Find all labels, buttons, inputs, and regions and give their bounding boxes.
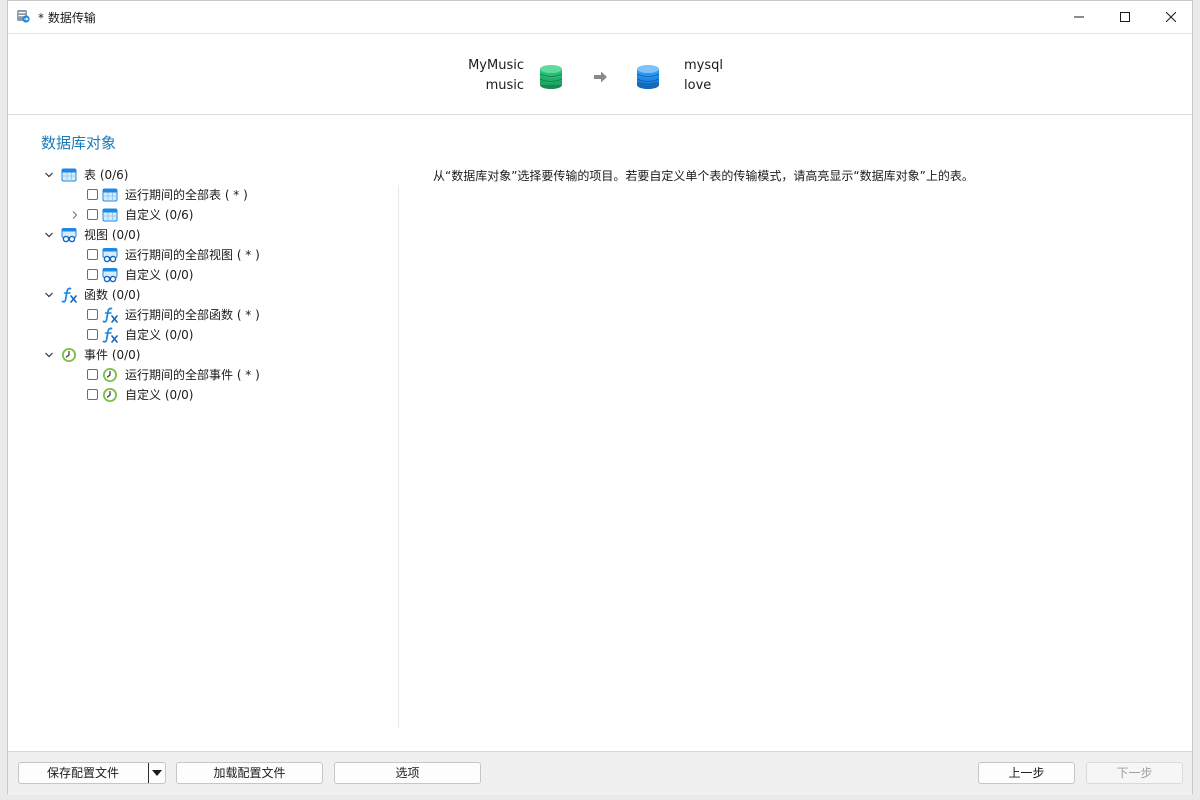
instruction-text: 从“数据库对象”选择要传输的项目。若要自定义单个表的传输模式，请高亮显示“数据库… <box>433 169 974 183</box>
transfer-arrow-icon <box>594 71 607 83</box>
tree-node-custom-functions[interactable]: 自定义 (0/0) <box>41 325 391 345</box>
source-connection: MyMusic <box>468 58 524 73</box>
view-icon <box>102 248 118 263</box>
tree-label-all-events: 运行期间的全部事件 ( * ) <box>125 368 260 382</box>
table-icon <box>102 188 118 202</box>
tree-node-functions[interactable]: 函数 (0/0) <box>41 285 391 305</box>
chevron-down-icon[interactable] <box>44 290 54 300</box>
minimize-icon <box>1074 16 1084 18</box>
close-icon <box>1166 12 1176 22</box>
caret-down-icon <box>152 770 162 776</box>
save-profile-dropdown[interactable] <box>148 763 165 783</box>
tree-node-custom-tables[interactable]: 自定义 (0/6) <box>41 205 391 225</box>
data-transfer-window: * 数据传输 MyMusic music mysql love 数据库对象 表 … <box>7 0 1193 795</box>
tree-node-custom-views[interactable]: 自定义 (0/0) <box>41 265 391 285</box>
event-clock-icon <box>103 368 117 382</box>
event-clock-icon <box>62 348 76 362</box>
custom-tables-checkbox[interactable] <box>87 209 98 220</box>
chevron-down-icon[interactable] <box>44 230 54 240</box>
save-profile-button[interactable]: 保存配置文件 <box>18 762 166 784</box>
save-profile-label: 保存配置文件 <box>47 766 120 780</box>
all-views-checkbox[interactable] <box>87 249 98 260</box>
tree-label-events: 事件 (0/0) <box>84 348 141 362</box>
tree-node-custom-events[interactable]: 自定义 (0/0) <box>41 385 391 405</box>
source-database: music <box>485 78 524 93</box>
function-icon <box>102 307 118 323</box>
next-button[interactable]: 下一步 <box>1086 762 1183 784</box>
source-database-icon <box>539 65 563 89</box>
function-icon <box>102 327 118 343</box>
tree-label-views: 视图 (0/0) <box>84 228 141 242</box>
table-icon <box>61 168 77 182</box>
tree-node-tables[interactable]: 表 (0/6) <box>41 165 391 185</box>
all-functions-checkbox[interactable] <box>87 309 98 320</box>
function-icon <box>61 287 77 303</box>
minimize-button[interactable] <box>1056 1 1102 33</box>
tree-node-all-views[interactable]: 运行期间的全部视图 ( * ) <box>41 245 391 265</box>
all-tables-checkbox[interactable] <box>87 189 98 200</box>
chevron-right-icon[interactable] <box>70 210 80 220</box>
custom-functions-checkbox[interactable] <box>87 329 98 340</box>
tree-node-events[interactable]: 事件 (0/0) <box>41 345 391 365</box>
source-info: MyMusic music <box>468 56 524 96</box>
database-objects-title: 数据库对象 <box>41 134 117 152</box>
tree-node-all-tables[interactable]: 运行期间的全部表 ( * ) <box>41 185 391 205</box>
view-icon <box>61 228 77 243</box>
chevron-down-icon[interactable] <box>44 350 54 360</box>
target-connection: mysql <box>684 58 723 73</box>
tree-label-custom-events: 自定义 (0/0) <box>125 388 194 402</box>
tree-label-all-functions: 运行期间的全部函数 ( * ) <box>125 308 260 322</box>
target-info: mysql love <box>684 56 723 96</box>
custom-events-checkbox[interactable] <box>87 389 98 400</box>
window-title: * 数据传输 <box>38 11 96 25</box>
event-clock-icon <box>103 388 117 402</box>
tree-label-functions: 函数 (0/0) <box>84 288 141 302</box>
panel-divider[interactable] <box>398 185 399 728</box>
maximize-button[interactable] <box>1102 1 1148 33</box>
tree-label-all-tables: 运行期间的全部表 ( * ) <box>125 188 248 202</box>
transfer-header: MyMusic music mysql love <box>8 33 1192 115</box>
target-database: love <box>684 78 712 93</box>
custom-views-checkbox[interactable] <box>87 269 98 280</box>
tree-label-all-views: 运行期间的全部视图 ( * ) <box>125 248 260 262</box>
chevron-down-icon[interactable] <box>44 170 54 180</box>
back-button[interactable]: 上一步 <box>978 762 1075 784</box>
load-profile-button[interactable]: 加载配置文件 <box>176 762 323 784</box>
data-transfer-app-icon <box>17 10 30 23</box>
database-objects-tree: 表 (0/6) 运行期间的全部表 ( * ) 自定义 (0/6) 视图 (0/0… <box>41 165 391 405</box>
tree-label-custom-views: 自定义 (0/0) <box>125 268 194 282</box>
maximize-icon <box>1120 12 1130 22</box>
tree-label-custom-tables: 自定义 (0/6) <box>125 208 194 222</box>
target-database-icon <box>636 65 660 89</box>
title-bar: * 数据传输 <box>8 1 1192 33</box>
view-icon <box>102 268 118 283</box>
tree-node-all-functions[interactable]: 运行期间的全部函数 ( * ) <box>41 305 391 325</box>
table-icon <box>102 208 118 222</box>
tree-node-all-events[interactable]: 运行期间的全部事件 ( * ) <box>41 365 391 385</box>
footer-bar: 保存配置文件 加载配置文件 选项 上一步 下一步 <box>8 751 1192 795</box>
tree-node-views[interactable]: 视图 (0/0) <box>41 225 391 245</box>
close-button[interactable] <box>1148 1 1194 33</box>
options-button[interactable]: 选项 <box>334 762 481 784</box>
tree-label-custom-functions: 自定义 (0/0) <box>125 328 194 342</box>
tree-label-tables: 表 (0/6) <box>84 168 129 182</box>
all-events-checkbox[interactable] <box>87 369 98 380</box>
